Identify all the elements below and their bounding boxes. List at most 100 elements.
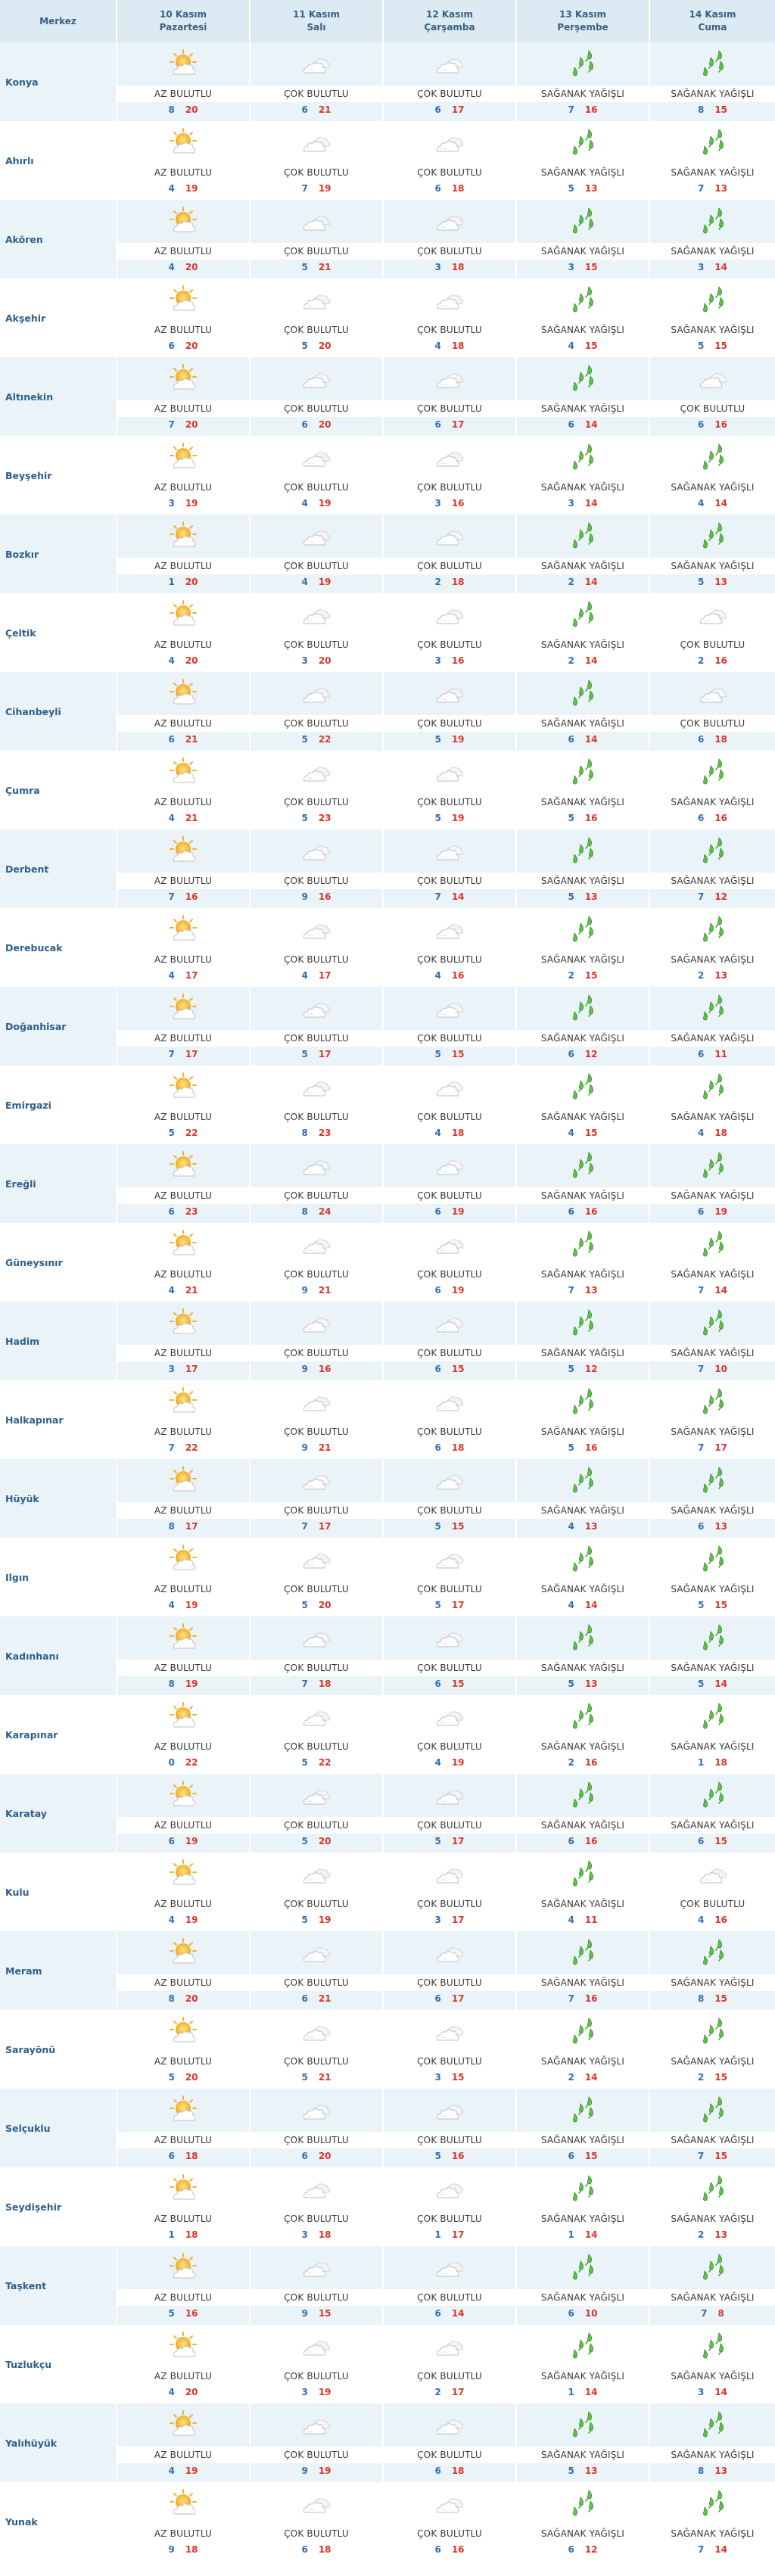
city-name[interactable]: Kulu [0,1853,117,1931]
weather-description: AZ BULUTLU [117,1660,249,1676]
city-name[interactable]: Çeltik [0,593,117,672]
day-forecast-cell: SAĞANAK YAĞIŞLI 4 11 [517,1853,650,1931]
shower-rain-icon [698,1465,728,1495]
temperature-range: 3 15 [384,2072,515,2083]
city-name[interactable]: Emirgazi [0,1066,117,1144]
city-name[interactable]: Ereğli [0,1144,117,1223]
weather-description: AZ BULUTLU [117,2289,249,2306]
partly-cloudy-sun-icon [168,993,198,1023]
temperature-range: 7 13 [517,1285,649,1296]
city-name[interactable]: Beyşehir [0,436,117,515]
temperature-range: 8 19 [117,1678,249,1689]
city-name[interactable]: Yalıhüyük [0,2403,117,2482]
city-name[interactable]: Ilgın [0,1538,117,1616]
city-name[interactable]: Karatay [0,1774,117,1853]
city-name[interactable]: Selçuklu [0,2089,117,2167]
temp-high: 18 [451,183,465,194]
day-forecast-cell: ÇOK BULUTLU 3 16 [384,436,517,515]
temp-high: 15 [714,2151,728,2161]
city-name[interactable]: Derbent [0,829,117,908]
temp-high: 22 [318,734,331,745]
day-forecast-cell: ÇOK BULUTLU 5 20 [251,1538,384,1616]
temperature-range: 5 15 [384,1521,515,1532]
city-name[interactable]: Konya [0,42,117,121]
temp-low: 3 [301,2229,308,2240]
temp-high: 13 [714,970,728,981]
temp-low: 6 [168,1206,175,1217]
temperature-range: 8 17 [117,1521,249,1532]
shower-rain-icon [568,2410,598,2440]
temperature-range: 4 17 [251,970,382,981]
city-name[interactable]: Derebucak [0,908,117,987]
day-forecast-cell: ÇOK BULUTLU 6 14 [384,2246,517,2325]
city-name[interactable]: Tuzlukçu [0,2325,117,2403]
shower-rain-icon [568,1859,598,1889]
temp-low: 0 [168,1757,175,1768]
weather-description: ÇOK BULUTLU [384,1345,515,1361]
partly-cloudy-sun-icon [168,678,198,708]
temp-high: 17 [318,970,331,981]
temp-low: 4 [301,970,308,981]
temp-high: 19 [185,1836,198,1846]
temp-low: 5 [568,891,574,902]
city-name[interactable]: Akören [0,200,117,278]
temp-high: 15 [584,2151,598,2161]
city-name[interactable]: Taşkent [0,2246,117,2325]
weather-description: SAĞANAK YAĞIŞLI [517,2132,649,2148]
city-name[interactable]: Meram [0,1931,117,2010]
city-name[interactable]: Kadınhanı [0,1616,117,1695]
city-name[interactable]: Hüyük [0,1459,117,1538]
temperature-range: 4 19 [117,183,249,194]
temp-high: 14 [714,262,728,272]
temp-high: 13 [584,891,598,902]
temp-high: 14 [714,498,728,509]
temp-high: 17 [318,1521,331,1532]
city-name[interactable]: Sarayönü [0,2010,117,2089]
temperature-range: 6 16 [517,1206,649,1217]
city-name[interactable]: Bozkır [0,515,117,593]
city-name[interactable]: Karapınar [0,1695,117,1774]
temp-high: 16 [584,813,598,823]
temperature-range: 3 14 [517,498,649,509]
temp-high: 15 [714,1600,728,1610]
city-name[interactable]: Seydişehir [0,2167,117,2246]
weather-description: SAĞANAK YAĞIŞLI [517,715,649,732]
cloudy-icon [434,1701,465,1731]
day-forecast-cell: AZ BULUTLU 6 19 [117,1774,251,1853]
temperature-range: 7 16 [517,1993,649,2004]
temperature-range: 3 20 [251,655,382,666]
weather-description: ÇOK BULUTLU [251,1581,382,1598]
city-name[interactable]: Güneysınır [0,1223,117,1302]
cloudy-icon [434,2016,465,2046]
partly-cloudy-sun-icon [168,1859,198,1889]
day-forecast-cell: SAĞANAK YAĞIŞLI 4 13 [517,1459,650,1538]
temp-high: 17 [451,1836,465,1846]
temperature-range: 7 13 [650,183,775,194]
city-name[interactable]: Altınekin [0,357,117,436]
city-name[interactable]: Akşehir [0,278,117,357]
temperature-range: 5 21 [251,262,382,272]
city-name[interactable]: Çumra [0,751,117,829]
weather-description: AZ BULUTLU [117,951,249,968]
partly-cloudy-sun-icon [168,48,198,79]
cloudy-icon [434,127,465,157]
shower-rain-icon [568,1465,598,1495]
cloudy-icon [434,1859,465,1889]
city-name[interactable]: Ahırlı [0,121,117,200]
city-name[interactable]: Halkapınar [0,1380,117,1459]
city-name[interactable]: Doğanhisar [0,987,117,1066]
weather-description: AZ BULUTLU [117,1187,249,1204]
temp-high: 20 [185,1993,198,2004]
weather-description: SAĞANAK YAĞIŞLI [650,2525,775,2542]
weather-description: ÇOK BULUTLU [384,1581,515,1598]
temp-low: 5 [301,341,308,351]
city-name[interactable]: Hadim [0,1302,117,1380]
city-name[interactable]: Cihanbeyli [0,672,117,751]
temp-low: 5 [568,183,574,194]
city-name[interactable]: Yunak [0,2482,117,2561]
temperature-range: 7 10 [650,1364,775,1374]
shower-rain-icon [698,1701,728,1731]
day-forecast-cell: SAĞANAK YAĞIŞLI 7 10 [650,1302,775,1380]
partly-cloudy-sun-icon [168,2488,198,2518]
shower-rain-icon [568,993,598,1023]
